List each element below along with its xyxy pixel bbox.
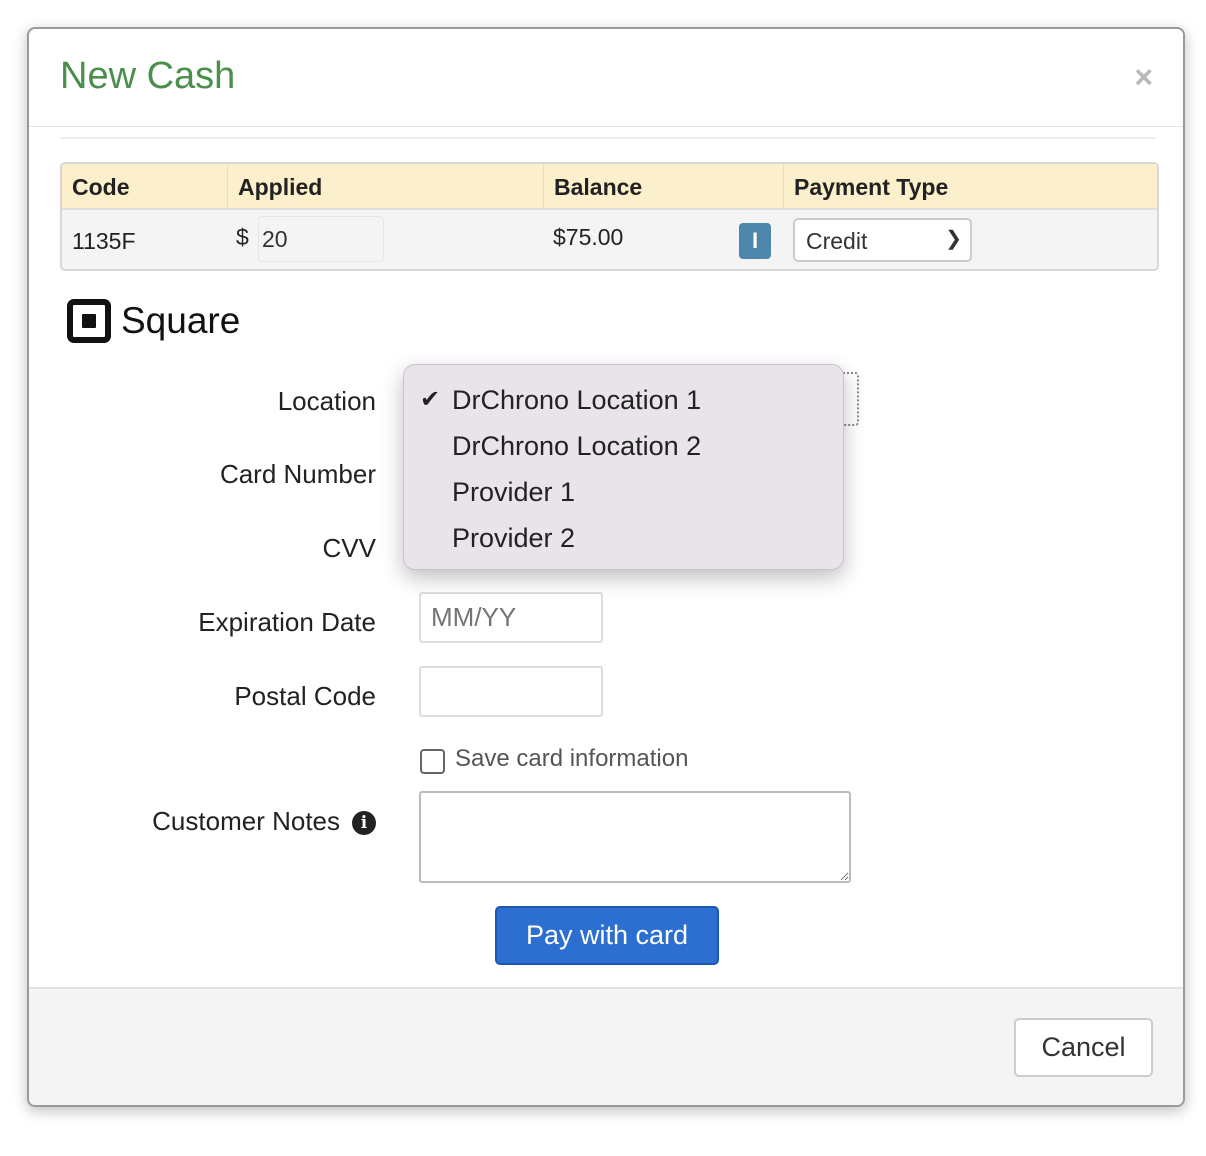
save-card-checkbox[interactable] bbox=[420, 749, 445, 774]
info-button[interactable]: I bbox=[739, 223, 771, 259]
expiration-label: Expiration Date bbox=[198, 607, 376, 637]
location-option[interactable]: DrChrono Location 2 bbox=[404, 423, 843, 469]
customer-notes-textarea[interactable] bbox=[419, 791, 851, 883]
card-number-label: Card Number bbox=[219, 459, 376, 489]
customer-notes-text: Customer Notes bbox=[152, 806, 340, 836]
square-logo: Square bbox=[67, 299, 240, 343]
new-cash-modal: New Cash × Code Applied Balance Payment … bbox=[27, 27, 1185, 1107]
modal-footer: Cancel bbox=[29, 987, 1183, 1105]
cancel-button[interactable]: Cancel bbox=[1014, 1018, 1153, 1077]
divider bbox=[60, 137, 1156, 139]
location-label: Location bbox=[277, 386, 376, 416]
option-label: DrChrono Location 1 bbox=[452, 385, 702, 415]
expiration-input[interactable] bbox=[419, 592, 603, 643]
cvv-label: CVV bbox=[322, 533, 376, 563]
square-logo-text: Square bbox=[121, 300, 241, 341]
header-balance: Balance bbox=[544, 164, 784, 210]
header-payment-type: Payment Type bbox=[784, 164, 1157, 210]
pay-with-card-button[interactable]: Pay with card bbox=[495, 906, 719, 965]
location-option[interactable]: Provider 1 bbox=[404, 469, 843, 515]
customer-notes-label: Customer Notes i bbox=[152, 806, 376, 837]
postal-code-label: Postal Code bbox=[234, 681, 376, 711]
applied-input[interactable] bbox=[258, 216, 384, 262]
close-icon[interactable]: × bbox=[1134, 59, 1153, 96]
header-divider bbox=[29, 126, 1183, 127]
chevron-down-icon: ❯ bbox=[945, 228, 962, 250]
balance-cell: $75.00 bbox=[553, 224, 624, 250]
code-cell: 1135F bbox=[72, 228, 136, 254]
payment-type-select[interactable]: Credit ❯ bbox=[793, 218, 972, 262]
charges-table: Code Applied Balance Payment Type 1135F … bbox=[60, 162, 1159, 271]
location-option[interactable]: ✔ DrChrono Location 1 bbox=[404, 377, 843, 423]
info-icon: i bbox=[352, 811, 376, 835]
modal-title: New Cash bbox=[60, 55, 236, 97]
payment-type-value: Credit bbox=[806, 228, 868, 254]
header-applied: Applied bbox=[228, 164, 544, 210]
checkmark-icon: ✔ bbox=[420, 386, 441, 413]
header-code: Code bbox=[62, 164, 228, 210]
postal-code-input[interactable] bbox=[419, 666, 603, 717]
save-card-label[interactable]: Save card information bbox=[455, 745, 688, 773]
square-logo-icon bbox=[67, 299, 111, 343]
location-option[interactable]: Provider 2 bbox=[404, 515, 843, 561]
currency-symbol: $ bbox=[236, 224, 249, 250]
location-dropdown-menu: ✔ DrChrono Location 1 DrChrono Location 2… bbox=[403, 364, 844, 570]
